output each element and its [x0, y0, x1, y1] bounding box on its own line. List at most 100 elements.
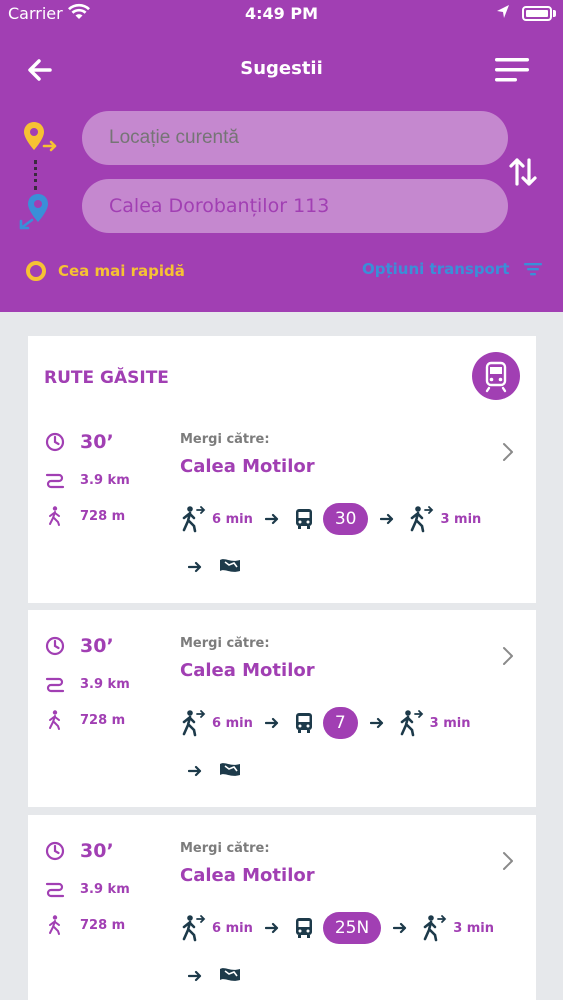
walk-end-icon	[411, 506, 434, 533]
route-distance: 3.9 km	[44, 672, 130, 696]
destination-input[interactable]: Calea Dorobanților 113	[82, 179, 508, 233]
route-steps: 6 min 30 3 min	[180, 502, 493, 536]
arrow-right-icon	[369, 717, 383, 729]
route-item[interactable]: 30’ 3.9 km 728 m Mergi către: Calea Moti…	[28, 418, 536, 608]
distance-value: 3.9 km	[80, 472, 130, 488]
swap-direction-icon[interactable]	[508, 154, 538, 190]
clock-icon	[45, 636, 65, 656]
walk-end-time: 3 min	[453, 920, 495, 936]
clock-icon	[45, 841, 65, 861]
walking-distance: 728 m	[80, 712, 126, 728]
route-duration: 30’	[44, 634, 114, 658]
origin-pin-icon	[24, 122, 57, 152]
walk-end-time: 3 min	[440, 511, 482, 527]
walk-start-time: 6 min	[212, 715, 253, 731]
distance-value: 3.9 km	[80, 676, 130, 692]
train-icon	[485, 361, 507, 393]
battery-icon	[522, 6, 552, 21]
route-card[interactable]: RUTE GĂSITE 30’ 3.9 km 728 m Mergi către…	[28, 336, 536, 603]
chevron-right-icon[interactable]	[500, 849, 516, 873]
arrow-right-icon	[188, 561, 202, 573]
walking-icon	[49, 710, 60, 730]
arrow-right-icon	[393, 922, 407, 934]
fastest-option[interactable]: Cea mai rapidă	[26, 259, 185, 283]
goto-label: Mergi către:	[180, 432, 270, 447]
route-distance-icon	[45, 677, 65, 693]
goto-label: Mergi către:	[180, 636, 270, 651]
chevron-right-icon[interactable]	[500, 440, 516, 464]
route-card[interactable]: 30’ 3.9 km 728 m Mergi către: Calea Moti…	[28, 815, 536, 1000]
arrow-right-icon	[264, 513, 278, 525]
route-connector	[34, 160, 38, 190]
arrow-right-icon	[264, 717, 278, 729]
radio-icon[interactable]	[26, 261, 46, 281]
clock-icon	[45, 432, 65, 452]
goto-destination: Calea Motilor	[180, 660, 315, 681]
transport-options-button[interactable]: Opțiuni transport	[362, 260, 543, 278]
bus-line-badge: 30	[322, 503, 369, 535]
arrow-right-icon	[264, 922, 278, 934]
route-duration: 30’	[44, 430, 114, 454]
route-walking: 728 m	[44, 504, 125, 528]
distance-value: 3.9 km	[80, 881, 130, 897]
routes-found-title: RUTE GĂSITE	[44, 368, 169, 388]
bus-icon	[295, 713, 312, 733]
walking-distance: 728 m	[80, 917, 126, 933]
origin-input[interactable]	[82, 111, 508, 165]
filter-icon	[524, 263, 543, 276]
transport-options-label: Opțiuni transport	[362, 260, 510, 278]
route-walking: 728 m	[44, 708, 125, 732]
bus-line-badge: 25N	[322, 912, 382, 944]
fastest-label: Cea mai rapidă	[58, 262, 185, 280]
duration-value: 30’	[80, 431, 114, 453]
walk-start-icon	[182, 506, 206, 533]
route-card[interactable]: 30’ 3.9 km 728 m Mergi către: Calea Moti…	[28, 610, 536, 807]
arrow-right-icon	[188, 970, 202, 982]
menu-icon[interactable]	[492, 54, 532, 86]
arrow-right-icon	[380, 513, 394, 525]
walk-start-time: 6 min	[212, 511, 253, 527]
route-distance: 3.9 km	[44, 468, 130, 492]
chevron-right-icon[interactable]	[500, 644, 516, 668]
finish-flag-icon	[220, 559, 240, 572]
page-title: Sugestii	[240, 58, 323, 79]
goto-label: Mergi către:	[180, 841, 270, 856]
route-item[interactable]: 30’ 3.9 km 728 m Mergi către: Calea Moti…	[28, 622, 536, 812]
route-steps: 6 min 7 3 min	[180, 706, 482, 740]
status-bar: Carrier 4:49 PM	[0, 0, 563, 28]
route-item[interactable]: 30’ 3.9 km 728 m Mergi către: Calea Moti…	[28, 827, 536, 1000]
route-duration: 30’	[44, 839, 114, 863]
walking-distance: 728 m	[80, 508, 126, 524]
clock: 4:49 PM	[244, 4, 318, 23]
goto-destination: Calea Motilor	[180, 456, 315, 477]
route-finish	[188, 756, 242, 786]
walk-start-icon	[182, 710, 206, 737]
bus-icon	[295, 918, 312, 938]
destination-pin-icon	[19, 194, 48, 230]
walking-icon	[49, 506, 60, 526]
walk-end-icon	[423, 915, 447, 942]
duration-value: 30’	[80, 635, 114, 657]
finish-flag-icon	[220, 763, 240, 776]
route-walking: 728 m	[44, 913, 125, 937]
train-mode-button[interactable]	[472, 352, 520, 400]
duration-value: 30’	[80, 840, 114, 862]
header: Carrier 4:49 PM Sugestii Calea Dorobanți…	[0, 0, 563, 312]
route-finish	[188, 552, 242, 582]
walking-icon	[49, 915, 60, 935]
walk-start-time: 6 min	[212, 920, 253, 936]
finish-flag-icon	[220, 968, 240, 981]
route-distance: 3.9 km	[44, 877, 130, 901]
route-finish	[188, 961, 242, 991]
route-distance-icon	[45, 882, 65, 898]
battery-tip	[553, 10, 556, 17]
arrow-right-icon	[188, 765, 202, 777]
goto-destination: Calea Motilor	[180, 865, 315, 886]
location-arrow-icon	[497, 5, 509, 18]
walk-end-icon	[400, 710, 423, 737]
bus-line-badge: 7	[322, 707, 358, 739]
bus-icon	[295, 509, 312, 529]
route-steps: 6 min 25N 3 min	[180, 911, 506, 945]
route-distance-icon	[45, 473, 65, 489]
walk-end-time: 3 min	[429, 715, 471, 731]
